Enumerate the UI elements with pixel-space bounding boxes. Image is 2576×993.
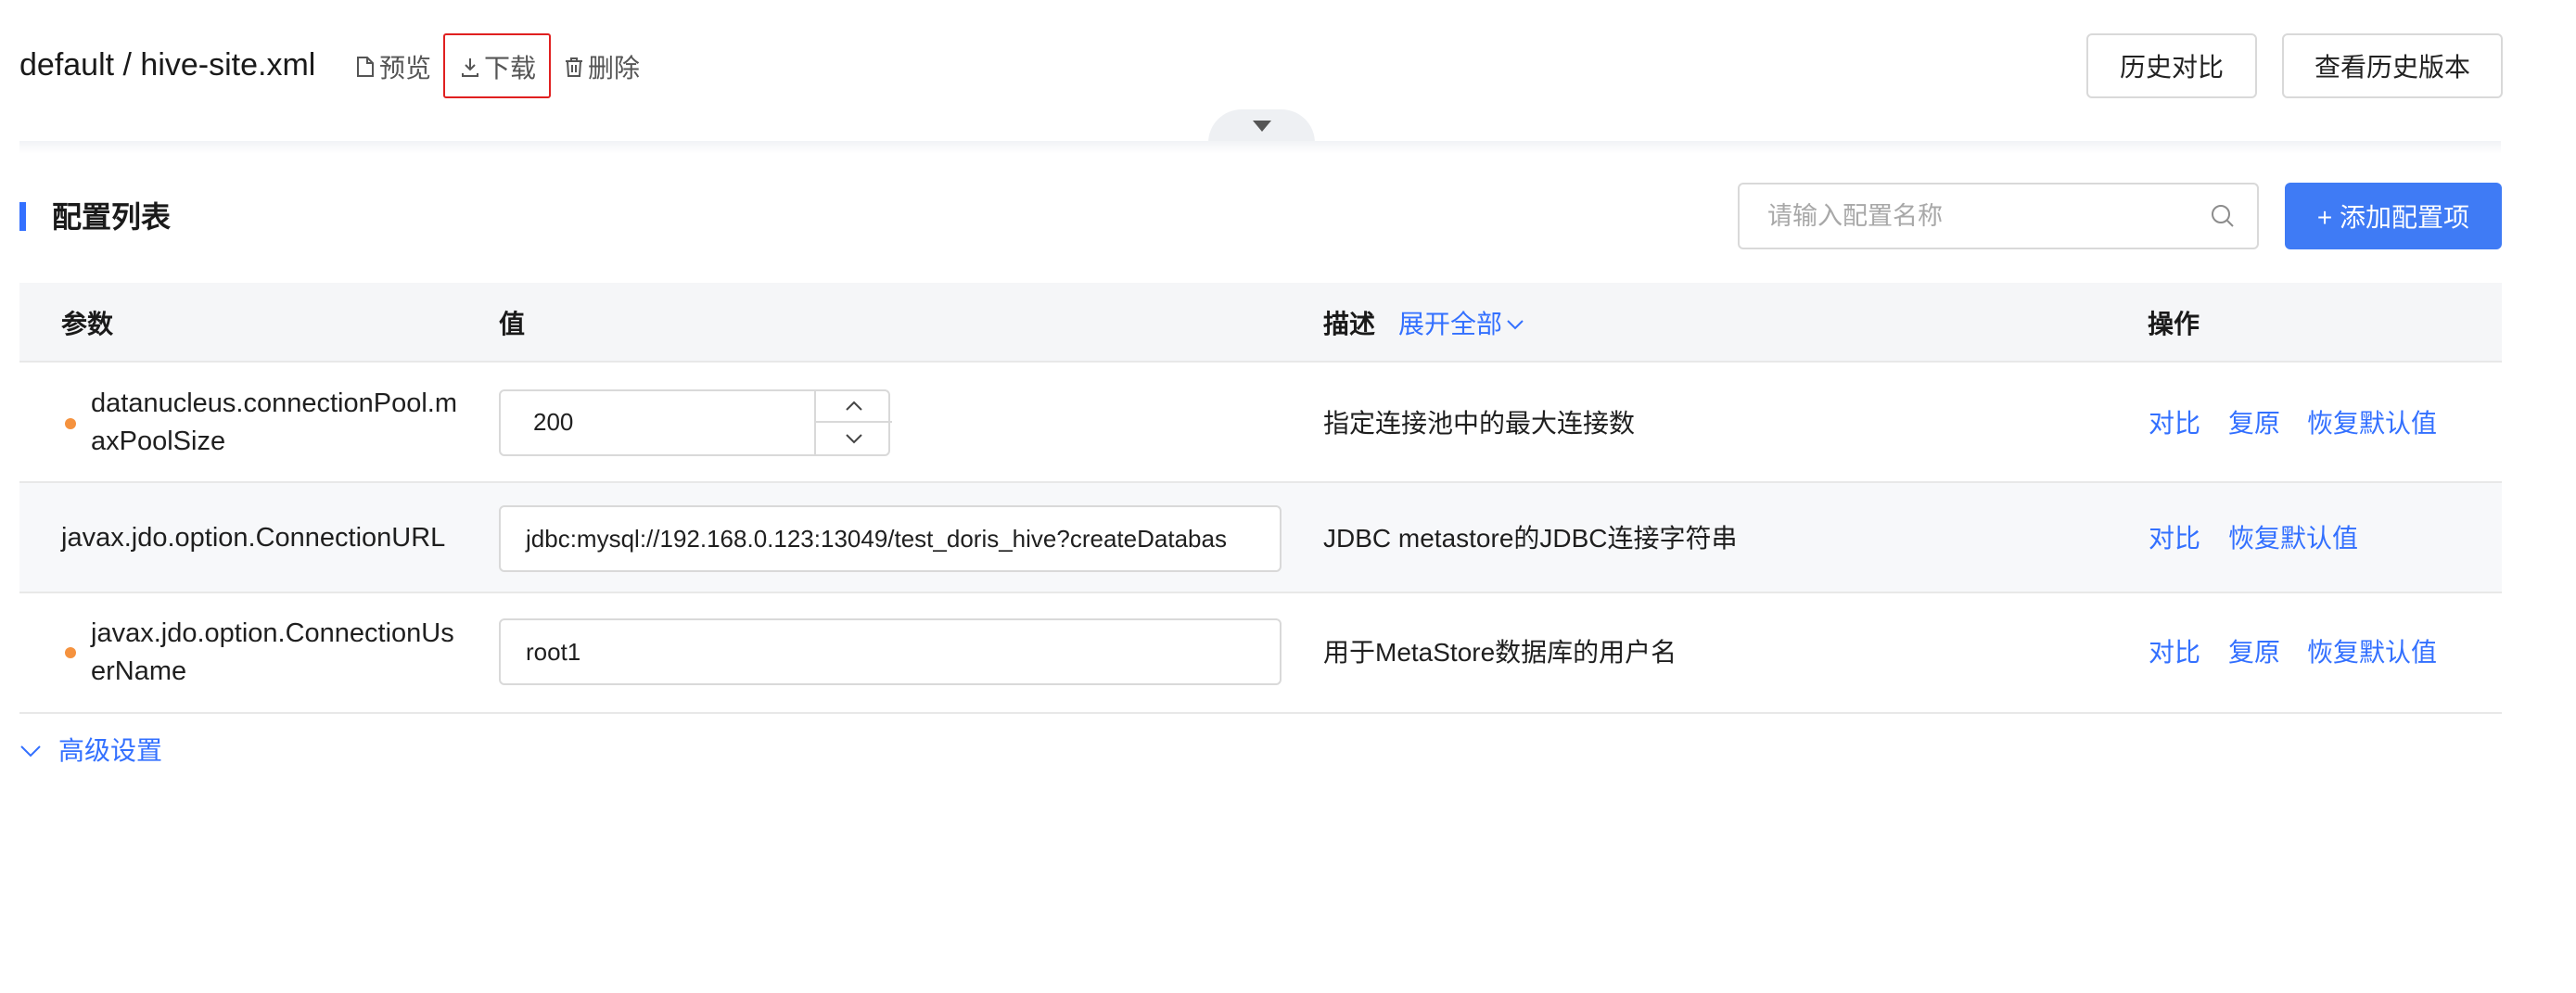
restore-link[interactable]: 复原: [2228, 636, 2280, 669]
chevron-down-icon: [20, 745, 41, 757]
trash-icon: [566, 57, 582, 77]
history-versions-button[interactable]: 查看历史版本: [2282, 33, 2503, 98]
param-name: javax.jdo.option.ConnectionURL: [61, 523, 446, 553]
pool-size-stepper[interactable]: 200: [499, 389, 892, 456]
stepper-value[interactable]: 200: [533, 408, 573, 437]
delete-label: 删除: [588, 54, 641, 83]
param-description: 用于MetaStore数据库的用户名: [1323, 638, 1677, 667]
download-label: 下载: [484, 54, 537, 83]
caret-down-icon: [1252, 121, 1271, 132]
section-accent-bar: [19, 202, 26, 231]
config-search-input[interactable]: [1766, 200, 2211, 232]
download-button[interactable]: 下载: [460, 48, 536, 85]
preview-button[interactable]: 预览: [355, 48, 431, 85]
restore-default-link[interactable]: 恢复默认值: [2228, 522, 2358, 555]
column-header-ops: 操作: [2148, 310, 2200, 338]
modified-indicator-dot: [65, 418, 76, 429]
file-icon: [357, 57, 374, 77]
download-icon: [462, 58, 478, 77]
column-header-value: 值: [499, 310, 526, 338]
column-header-param: 参数: [61, 310, 114, 338]
add-config-button[interactable]: + 添加配置项: [2285, 183, 2502, 249]
connection-url-input[interactable]: jdbc:mysql://192.168.0.123:13049/test_do…: [499, 505, 1282, 572]
preview-label: 预览: [379, 54, 432, 83]
restore-default-link[interactable]: 恢复默认值: [2307, 636, 2437, 669]
delete-button[interactable]: 删除: [564, 48, 640, 85]
compare-link[interactable]: 对比: [2149, 636, 2200, 669]
column-header-desc: 描述: [1323, 310, 1376, 338]
search-icon[interactable]: [2211, 204, 2235, 228]
param-name: datanucleus.connectionPool.m axPoolSize: [91, 388, 457, 456]
page-title: default / hive-site.xml: [19, 47, 316, 83]
expand-all-label: 展开全部: [1398, 310, 1503, 338]
config-search-box[interactable]: [1738, 183, 2259, 249]
expand-all-link[interactable]: 展开全部: [1398, 309, 1524, 340]
param-description: JDBC metastore的JDBC连接字符串: [1323, 524, 1738, 553]
table-header: [19, 283, 2502, 363]
section-title: 配置列表: [52, 200, 172, 234]
stepper-decrement[interactable]: [816, 423, 892, 454]
chevron-down-icon: [846, 434, 862, 444]
restore-link[interactable]: 复原: [2228, 407, 2280, 440]
stepper-increment[interactable]: [816, 391, 892, 423]
history-compare-button[interactable]: 历史对比: [2086, 33, 2257, 98]
compare-link[interactable]: 对比: [2149, 522, 2200, 555]
advanced-settings-label: 高级设置: [58, 736, 163, 765]
chevron-down-icon: [1507, 320, 1524, 330]
header-divider: [19, 141, 2501, 154]
param-name: javax.jdo.option.ConnectionUs erName: [91, 618, 454, 686]
param-description: 指定连接池中的最大连接数: [1323, 409, 1636, 438]
modified-indicator-dot: [65, 647, 76, 658]
restore-default-link[interactable]: 恢复默认值: [2307, 407, 2437, 440]
compare-link[interactable]: 对比: [2149, 407, 2200, 440]
collapse-toggle[interactable]: [1208, 109, 1315, 143]
chevron-up-icon: [846, 401, 862, 411]
username-input[interactable]: root1: [499, 618, 1282, 685]
advanced-settings-toggle[interactable]: 高级设置: [19, 734, 162, 768]
